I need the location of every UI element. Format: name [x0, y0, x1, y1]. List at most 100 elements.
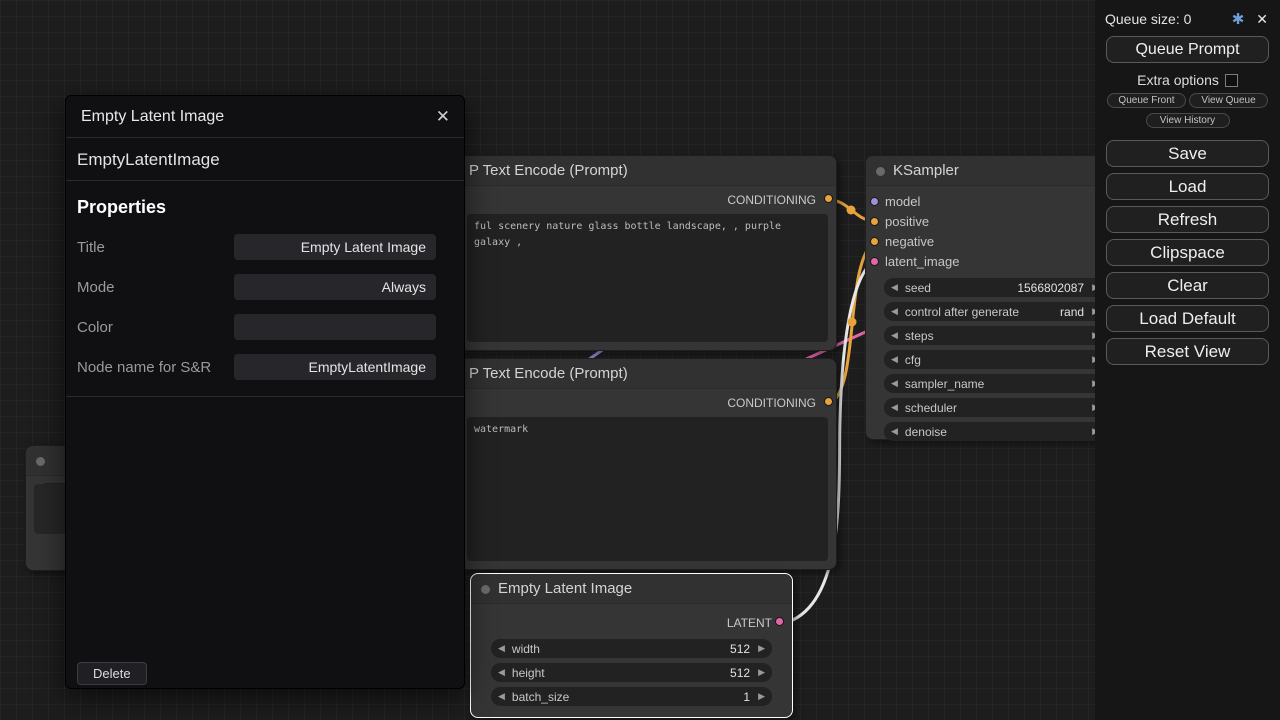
latent-output-port[interactable]	[775, 617, 784, 626]
clipspace-button[interactable]: Clipspace	[1106, 239, 1269, 266]
widget-height[interactable]: ◀ height 512 ▶	[491, 663, 772, 682]
extra-options-label: Extra options	[1137, 72, 1219, 88]
widget-label: denoise	[905, 425, 947, 439]
property-row-node-name: Node name for S&R	[66, 347, 464, 387]
property-label: Node name for S&R	[77, 359, 211, 376]
settings-gear-icon[interactable]: ✱	[1232, 10, 1245, 28]
widget-value: 512	[730, 666, 750, 680]
clear-button[interactable]: Clear	[1106, 272, 1269, 299]
increment-icon[interactable]: ▶	[758, 663, 765, 682]
widget-control-after-generate[interactable]: ◀ control after generate rand ▶	[884, 302, 1106, 321]
property-label: Mode	[77, 279, 115, 296]
decrement-icon[interactable]: ◀	[891, 422, 898, 441]
close-icon[interactable]: ✕	[1256, 11, 1268, 28]
input-negative: negative	[866, 232, 1124, 252]
node-collapse-dot-icon[interactable]	[481, 585, 490, 594]
comfyui-menu-panel: Queue size: 0 ✱ ✕ Queue Prompt Extra opt…	[1095, 0, 1280, 720]
positive-input-port[interactable]	[870, 217, 879, 226]
node-ksampler[interactable]: KSampler model positive negative latent_…	[865, 155, 1125, 440]
view-queue-button[interactable]: View Queue	[1189, 93, 1268, 108]
widget-cfg[interactable]: ◀ cfg ▶	[884, 350, 1106, 369]
decrement-icon[interactable]: ◀	[498, 687, 505, 706]
node-collapse-dot-icon[interactable]	[876, 167, 885, 176]
wire-dot[interactable]	[847, 206, 856, 215]
output-row: LATENT	[471, 604, 792, 634]
widget-denoise[interactable]: ◀ denoise ▶	[884, 422, 1106, 441]
increment-icon[interactable]: ▶	[758, 639, 765, 658]
widget-label: scheduler	[905, 401, 957, 415]
input-label: model	[885, 194, 920, 209]
node-title[interactable]: KSampler	[866, 156, 1124, 186]
dialog-title: Empty Latent Image	[81, 108, 436, 126]
title-field[interactable]	[234, 234, 436, 260]
node-clip-text-encode-negative[interactable]: P Text Encode (Prompt) CONDITIONING wate…	[458, 358, 837, 570]
input-label: latent_image	[885, 254, 959, 269]
prompt-text-widget[interactable]: ful scenery nature glass bottle landscap…	[467, 214, 828, 342]
widget-label: sampler_name	[905, 377, 984, 391]
view-history-button[interactable]: View History	[1146, 113, 1230, 128]
wire-dot[interactable]	[848, 318, 857, 327]
widget-batch-size[interactable]: ◀ batch_size 1 ▶	[491, 687, 772, 706]
save-button[interactable]: Save	[1106, 140, 1269, 167]
prompt-text-widget[interactable]: watermark	[467, 417, 828, 561]
output-row: CONDITIONING	[459, 389, 836, 411]
input-latent-image: latent_image	[866, 252, 1124, 272]
widget-label: seed	[905, 281, 931, 295]
input-label: negative	[885, 234, 934, 249]
node-collapse-dot-icon[interactable]	[36, 457, 45, 466]
node-title-text: KSampler	[893, 162, 959, 179]
load-button[interactable]: Load	[1106, 173, 1269, 200]
widget-value: rand	[1060, 305, 1084, 319]
color-field[interactable]	[234, 314, 436, 340]
conditioning-output-port[interactable]	[824, 397, 833, 406]
node-empty-latent-image[interactable]: Empty Latent Image LATENT ◀ width 512 ▶ …	[470, 573, 793, 718]
widget-seed[interactable]: ◀ seed 1566802087 ▶	[884, 278, 1106, 297]
widget-label: batch_size	[512, 690, 569, 704]
widget-width[interactable]: ◀ width 512 ▶	[491, 639, 772, 658]
latent-input-port[interactable]	[870, 257, 879, 266]
load-default-button[interactable]: Load Default	[1106, 305, 1269, 332]
queue-prompt-button[interactable]: Queue Prompt	[1106, 36, 1269, 63]
node-title[interactable]: Empty Latent Image	[471, 574, 792, 604]
widget-sampler-name[interactable]: ◀ sampler_name ▶	[884, 374, 1106, 393]
decrement-icon[interactable]: ◀	[891, 278, 898, 297]
input-label: positive	[885, 214, 929, 229]
widget-label: width	[512, 642, 540, 656]
decrement-icon[interactable]: ◀	[498, 663, 505, 682]
negative-input-port[interactable]	[870, 237, 879, 246]
decrement-icon[interactable]: ◀	[891, 302, 898, 321]
decrement-icon[interactable]: ◀	[498, 639, 505, 658]
decrement-icon[interactable]: ◀	[891, 374, 898, 393]
property-row-color: Color	[66, 307, 464, 347]
extra-options-checkbox[interactable]	[1225, 74, 1238, 87]
node-name-field[interactable]	[234, 354, 436, 380]
mode-field[interactable]	[234, 274, 436, 300]
node-title[interactable]: P Text Encode (Prompt)	[459, 156, 836, 186]
increment-icon[interactable]: ▶	[758, 687, 765, 706]
output-label: CONDITIONING	[727, 396, 816, 410]
close-icon[interactable]: ✕	[436, 107, 450, 127]
refresh-button[interactable]: Refresh	[1106, 206, 1269, 233]
divider	[66, 396, 464, 397]
node-clip-text-encode-positive[interactable]: P Text Encode (Prompt) CONDITIONING ful …	[458, 155, 837, 351]
widget-value: 1566802087	[1017, 281, 1084, 295]
property-row-title: Title	[66, 227, 464, 267]
property-label: Title	[77, 239, 105, 256]
widget-steps[interactable]: ◀ steps ▶	[884, 326, 1106, 345]
reset-view-button[interactable]: Reset View	[1106, 338, 1269, 365]
decrement-icon[interactable]: ◀	[891, 398, 898, 417]
widget-value: 512	[730, 642, 750, 656]
queue-size-label: Queue size: 0	[1105, 11, 1232, 27]
input-positive: positive	[866, 212, 1124, 232]
node-title[interactable]: P Text Encode (Prompt)	[459, 359, 836, 389]
widget-value: 1	[743, 690, 750, 704]
delete-button[interactable]: Delete	[77, 662, 147, 685]
decrement-icon[interactable]: ◀	[891, 350, 898, 369]
widget-label: control after generate	[905, 305, 1019, 319]
widget-label: steps	[905, 329, 934, 343]
model-input-port[interactable]	[870, 197, 879, 206]
queue-front-button[interactable]: Queue Front	[1107, 93, 1186, 108]
conditioning-output-port[interactable]	[824, 194, 833, 203]
decrement-icon[interactable]: ◀	[891, 326, 898, 345]
widget-scheduler[interactable]: ◀ scheduler ▶	[884, 398, 1106, 417]
